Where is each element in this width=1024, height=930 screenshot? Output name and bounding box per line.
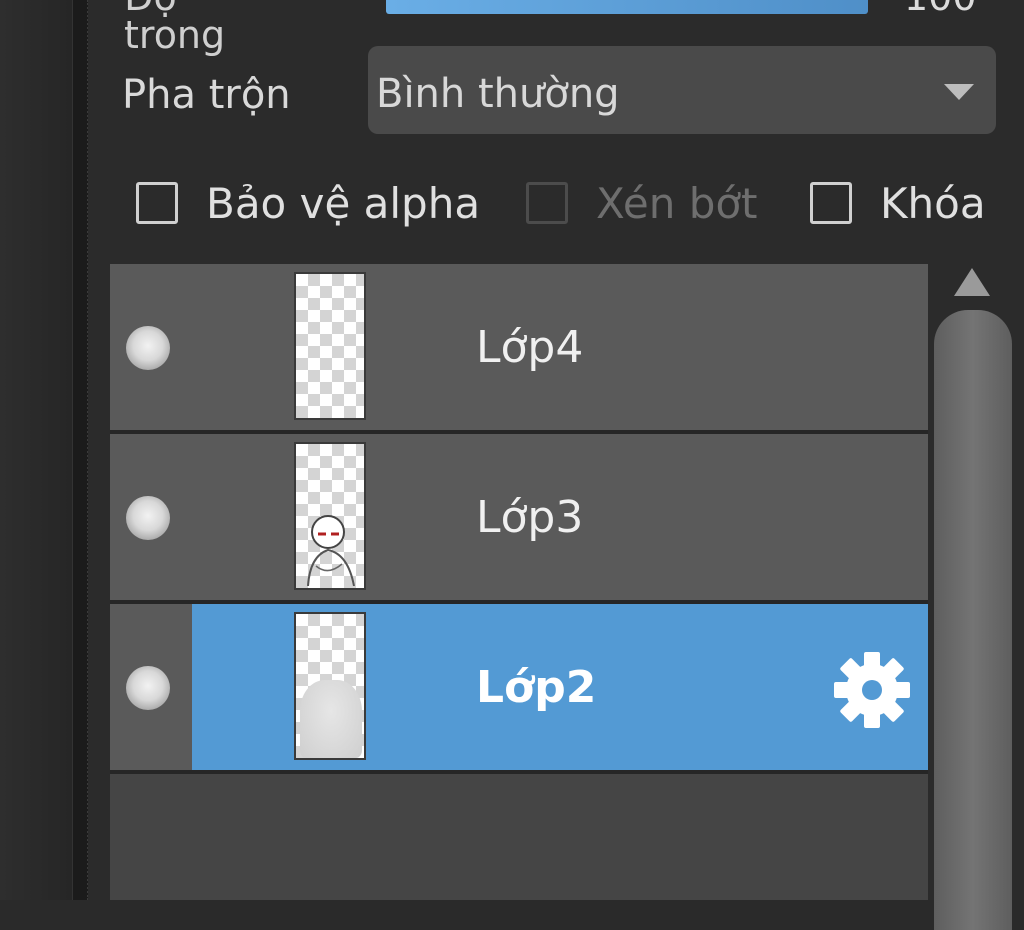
clip-label: Xén bớt — [596, 179, 758, 228]
layer-name[interactable]: Lớp4 — [476, 318, 583, 378]
layers-panel: Độ trong 100 Pha trộn Bình thường Bảo vệ… — [88, 0, 1024, 930]
visibility-toggle-icon[interactable] — [126, 496, 170, 540]
layer-name[interactable]: Lớp2 — [476, 658, 596, 718]
checkbox-box[interactable] — [136, 182, 178, 224]
blend-mode-dropdown[interactable]: Bình thường — [368, 46, 996, 134]
layer-list: Lớp4 Lớp3 Lớp2 — [110, 264, 928, 900]
layer-row[interactable]: Lớp4 — [110, 264, 928, 434]
layer-row-selected[interactable]: Lớp2 — [110, 604, 928, 774]
layer-thumbnail — [294, 612, 366, 760]
layer-thumbnail — [294, 272, 366, 420]
chevron-down-icon — [944, 84, 974, 100]
opacity-slider[interactable] — [386, 0, 868, 14]
visibility-toggle-icon[interactable] — [126, 666, 170, 710]
panel-splitter[interactable] — [72, 0, 89, 900]
visibility-toggle-icon[interactable] — [126, 326, 170, 370]
opacity-value[interactable]: 100 — [904, 0, 977, 16]
sketch-thumbnail-icon — [307, 515, 355, 586]
checkbox-box[interactable] — [810, 182, 852, 224]
scrollbar[interactable] — [934, 310, 1012, 930]
figure-silhouette — [300, 680, 362, 758]
protect-alpha-label: Bảo vệ alpha — [206, 179, 481, 228]
scrollbar-thumb[interactable] — [934, 310, 1012, 930]
layer-name[interactable]: Lớp3 — [476, 488, 583, 548]
opacity-label: Độ trong — [124, 0, 226, 57]
blend-mode-label: Pha trộn — [122, 72, 291, 118]
lock-label: Khóa — [880, 179, 986, 228]
scroll-up-arrow-icon[interactable] — [954, 268, 990, 296]
layer-thumbnail — [294, 442, 366, 590]
gear-icon[interactable] — [832, 650, 912, 730]
layer-row[interactable]: Lớp3 — [110, 434, 928, 604]
checkbox-box — [526, 182, 568, 224]
left-toolbar-strip — [0, 0, 72, 900]
blend-mode-value: Bình thường — [376, 71, 620, 117]
